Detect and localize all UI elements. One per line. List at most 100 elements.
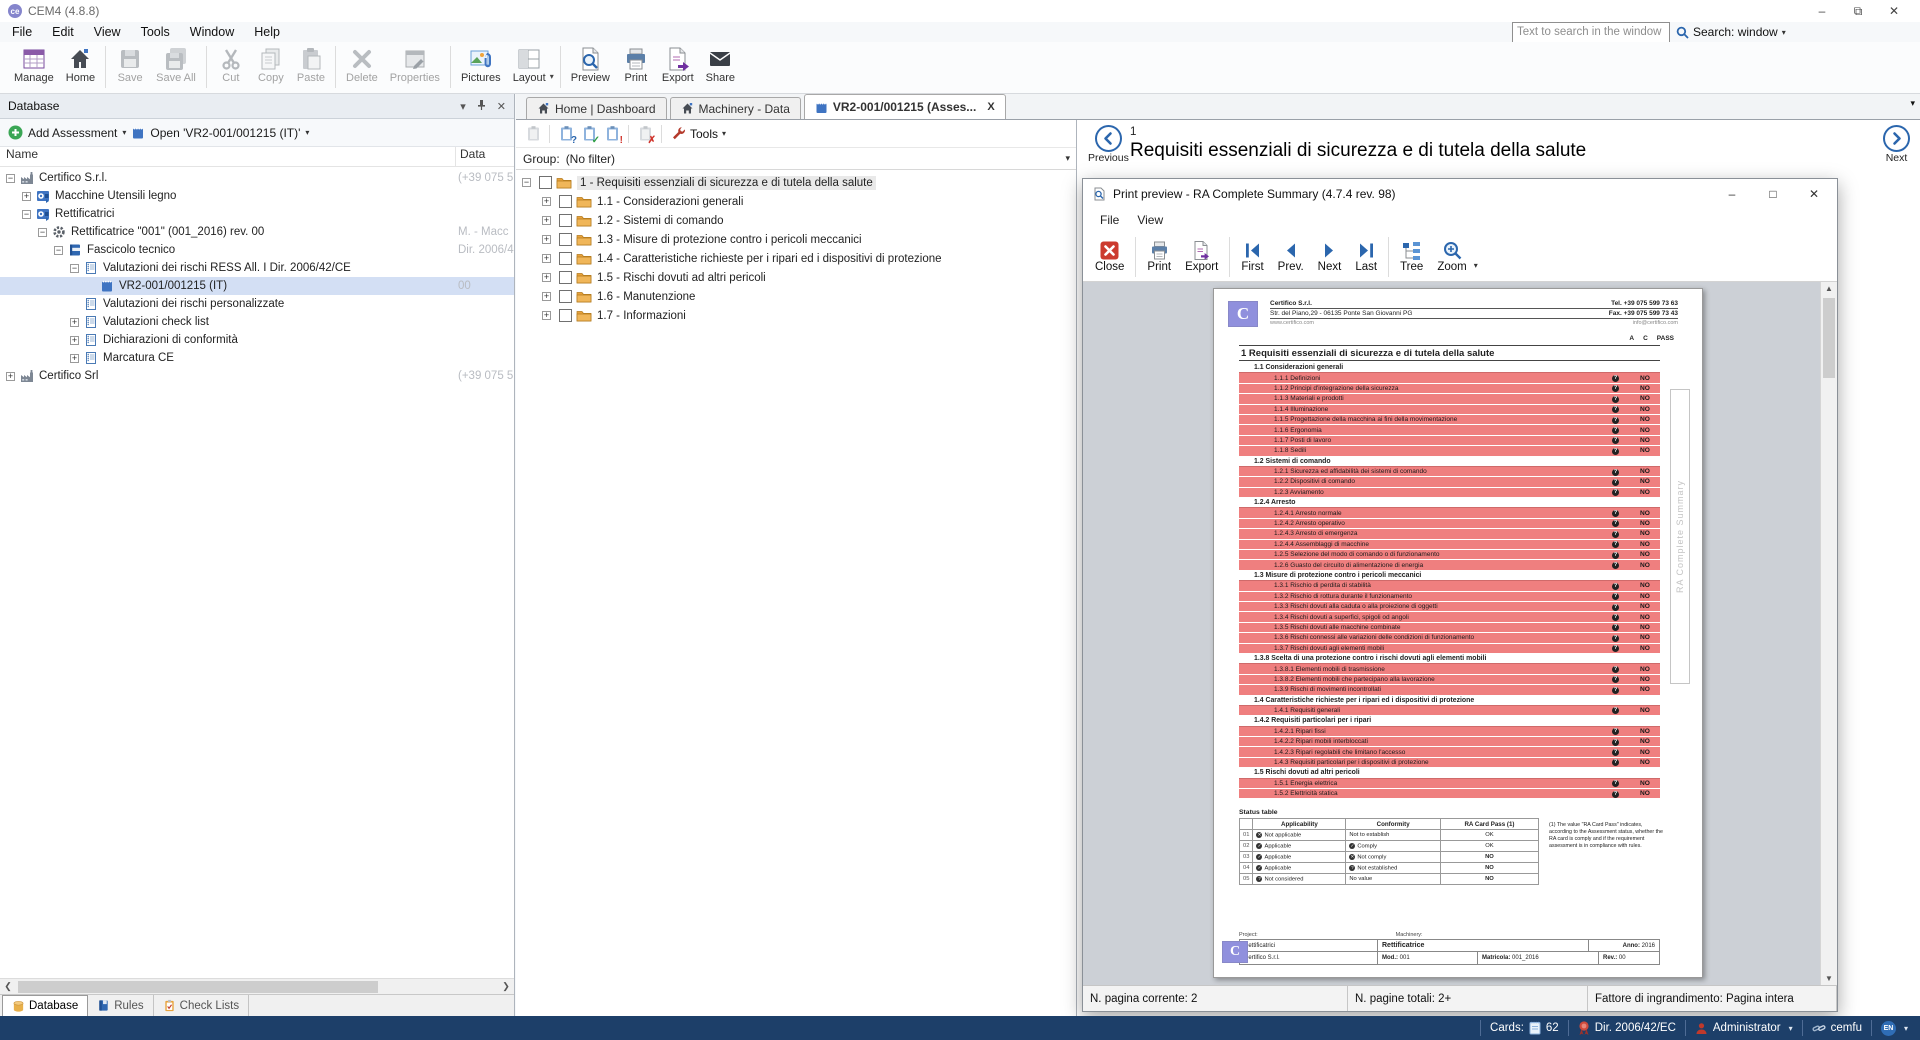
pp-first-button[interactable]: First bbox=[1234, 239, 1270, 274]
tree-expander-icon[interactable]: + bbox=[6, 372, 15, 381]
export-button[interactable]: Export bbox=[656, 45, 700, 85]
menu-item[interactable]: View bbox=[84, 23, 131, 41]
tree-expander-icon[interactable]: + bbox=[542, 311, 551, 320]
tree-expander-icon[interactable]: − bbox=[38, 228, 47, 237]
pp-tree-button[interactable]: Tree bbox=[1393, 239, 1430, 274]
tree-item[interactable]: −Rettificatrice "001" (001_2016) rev. 00… bbox=[0, 223, 514, 241]
user-menu[interactable]: Administrator ▾ bbox=[1695, 1022, 1793, 1035]
scroll-thumb[interactable] bbox=[18, 981, 378, 993]
tab-machinery-data[interactable]: Machinery - Data bbox=[670, 97, 801, 119]
pp-menu-item[interactable]: File bbox=[1091, 211, 1128, 229]
group-filter-value[interactable]: (No filter) bbox=[566, 152, 615, 166]
preview-maximize-button[interactable]: □ bbox=[1756, 184, 1790, 204]
pp-zoom-button[interactable]: Zoom bbox=[1430, 239, 1473, 274]
tab-rules[interactable]: Rules bbox=[88, 995, 153, 1016]
minimize-button[interactable]: – bbox=[1804, 2, 1840, 20]
delete-button[interactable]: Delete bbox=[340, 45, 384, 85]
requirement-node[interactable]: +1.5 - Rischi dovuti ad altri pericoli bbox=[516, 268, 1076, 287]
search-input[interactable] bbox=[1512, 22, 1670, 43]
save-button[interactable]: Save bbox=[110, 45, 150, 85]
tree-expander-icon[interactable]: − bbox=[522, 178, 531, 187]
tools-button[interactable]: Tools ▾ bbox=[671, 126, 726, 141]
properties-button[interactable]: Properties bbox=[384, 45, 446, 85]
requirement-checkbox[interactable] bbox=[559, 309, 572, 322]
next-button[interactable]: Next bbox=[1883, 125, 1910, 164]
language-caret[interactable]: ▾ bbox=[1904, 1024, 1908, 1033]
requirement-checkbox[interactable] bbox=[559, 233, 572, 246]
print-preview-titlebar[interactable]: Print preview - RA Complete Summary (4.7… bbox=[1083, 179, 1837, 208]
directive-indicator[interactable]: Dir. 2006/42/EC bbox=[1578, 1021, 1676, 1036]
pp-close-button[interactable]: Close bbox=[1088, 239, 1131, 274]
tab-check-lists[interactable]: Check Lists bbox=[154, 995, 249, 1016]
card-not-comply-button[interactable]: ! bbox=[602, 124, 622, 144]
pictures-button[interactable]: Pictures bbox=[455, 45, 507, 85]
tools-caret[interactable]: ▾ bbox=[722, 129, 726, 138]
tree-item[interactable]: +Valutazioni check list bbox=[0, 313, 514, 331]
menu-item[interactable]: Edit bbox=[42, 23, 84, 41]
tree-item[interactable]: +Dichiarazioni di conformità bbox=[0, 331, 514, 349]
tree-item[interactable]: −VR2-001/001215 (IT)00 bbox=[0, 277, 514, 295]
tree-expander-icon[interactable]: + bbox=[542, 235, 551, 244]
search-window-button[interactable]: Search: window ▾ bbox=[1676, 25, 1786, 39]
pp-next-button[interactable]: Next bbox=[1311, 239, 1349, 274]
menu-item[interactable]: Help bbox=[244, 23, 290, 41]
pp-export-button[interactable]: Export bbox=[1178, 239, 1225, 274]
group-filter-row[interactable]: Group: (No filter) ▾ bbox=[516, 148, 1076, 170]
scroll-left-icon[interactable]: ❮ bbox=[0, 981, 16, 992]
pp-prev-button[interactable]: Prev. bbox=[1271, 239, 1311, 274]
previous-button[interactable]: Previous bbox=[1088, 125, 1129, 164]
copy-button[interactable]: Copy bbox=[251, 45, 291, 85]
requirement-node[interactable]: +1.1 - Considerazioni generali bbox=[516, 192, 1076, 211]
tree-expander-icon[interactable]: − bbox=[6, 174, 15, 183]
search-dropdown-caret[interactable]: ▾ bbox=[1782, 28, 1786, 37]
tree-expander-icon[interactable]: + bbox=[542, 197, 551, 206]
horizontal-scrollbar[interactable]: ❮ ❯ bbox=[0, 978, 514, 994]
tree-expander-icon[interactable]: + bbox=[70, 336, 79, 345]
tree-item[interactable]: +Macchine Utensili legno bbox=[0, 187, 514, 205]
home-button[interactable]: Home bbox=[60, 45, 101, 85]
menu-item[interactable]: Window bbox=[180, 23, 244, 41]
tree-expander-icon[interactable]: − bbox=[54, 246, 63, 255]
preview-vertical-scrollbar[interactable]: ▲ ▼ bbox=[1820, 282, 1837, 985]
tree-item[interactable]: +Certifico Srl(+39 075 5 bbox=[0, 367, 514, 385]
preview-close-button[interactable]: ✕ bbox=[1797, 184, 1831, 204]
paste-button[interactable]: Paste bbox=[291, 45, 331, 85]
card-comply-button[interactable]: ✓ bbox=[579, 124, 599, 144]
tree-item[interactable]: −Certifico S.r.l.(+39 075 5 bbox=[0, 169, 514, 187]
layout-dropdown-caret[interactable]: ▾ bbox=[550, 72, 554, 81]
tree-expander-icon[interactable]: + bbox=[542, 292, 551, 301]
tabstrip-caret-icon[interactable]: ▾ bbox=[1910, 98, 1915, 109]
preview-scroll-thumb[interactable] bbox=[1823, 298, 1835, 378]
preview-minimize-button[interactable]: – bbox=[1715, 184, 1749, 204]
open-assessment-caret[interactable]: ▾ bbox=[305, 128, 309, 137]
requirement-checkbox[interactable] bbox=[559, 252, 572, 265]
pp-last-button[interactable]: Last bbox=[1348, 239, 1384, 274]
panel-close-icon[interactable]: ✕ bbox=[497, 100, 506, 113]
menu-item[interactable]: File bbox=[2, 23, 42, 41]
tab-database[interactable]: Database bbox=[2, 995, 88, 1016]
layout-button[interactable]: Layout bbox=[507, 45, 552, 85]
tree-item[interactable]: −Valutazioni dei rischi personalizzate bbox=[0, 295, 514, 313]
share-button[interactable]: Share bbox=[700, 45, 741, 85]
tab-assessment[interactable]: VR2-001/001215 (Asses... X bbox=[804, 94, 1006, 119]
column-data[interactable]: Data bbox=[455, 147, 514, 166]
requirement-node[interactable]: +1.7 - Informazioni bbox=[516, 306, 1076, 325]
requirement-node[interactable]: −1 - Requisiti essenziali di sicurezza e… bbox=[516, 173, 1076, 192]
add-assessment-caret[interactable]: ▾ bbox=[122, 128, 126, 137]
preview-button[interactable]: Preview bbox=[565, 45, 616, 85]
card-remove-button[interactable]: ✗ bbox=[635, 124, 655, 144]
tree-expander-icon[interactable]: + bbox=[22, 192, 31, 201]
panel-menu-caret-icon[interactable]: ▾ bbox=[460, 100, 466, 113]
user-menu-caret[interactable]: ▾ bbox=[1789, 1024, 1793, 1033]
tree-expander-icon[interactable]: + bbox=[542, 254, 551, 263]
pp-menu-item[interactable]: View bbox=[1128, 211, 1172, 229]
requirement-node[interactable]: +1.3 - Misure di protezione contro i per… bbox=[516, 230, 1076, 249]
requirement-checkbox[interactable] bbox=[559, 214, 572, 227]
pin-icon[interactable] bbox=[476, 99, 487, 113]
cut-button[interactable]: Cut bbox=[211, 45, 251, 85]
connection-indicator[interactable]: cemfu bbox=[1812, 1022, 1862, 1035]
group-filter-caret-icon[interactable]: ▾ bbox=[1065, 153, 1070, 164]
card-plain-button[interactable] bbox=[523, 124, 543, 144]
tree-expander-icon[interactable]: − bbox=[22, 210, 31, 219]
close-button[interactable]: ✕ bbox=[1876, 2, 1912, 20]
